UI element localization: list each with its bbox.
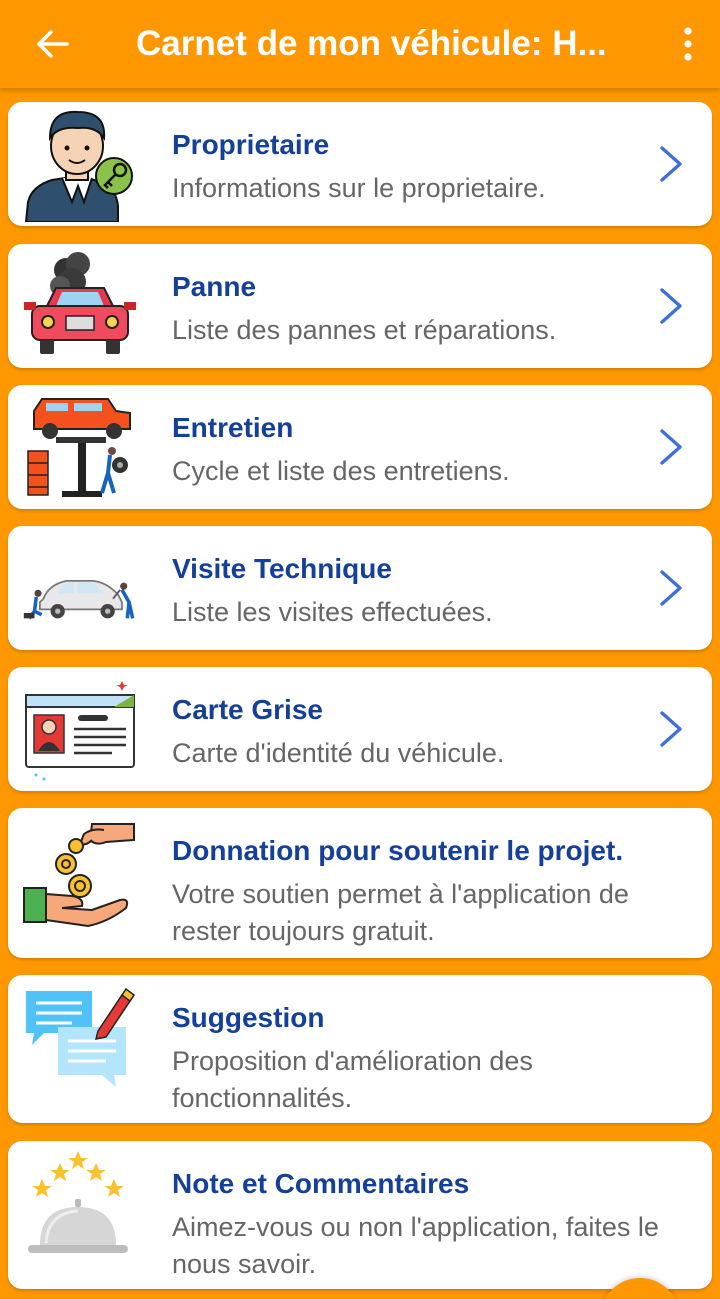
overflow-menu-button[interactable] <box>656 0 720 88</box>
menu-item-visite-technique[interactable]: Visite Technique Liste les visites effec… <box>8 526 712 650</box>
menu-item-note-commentaires[interactable]: Note et Commentaires Aimez-vous ou non l… <box>8 1141 712 1289</box>
item-subtitle: Votre soutien permet à l'application de … <box>172 879 629 946</box>
menu-item-panne[interactable]: Panne Liste des pannes et réparations. <box>8 244 712 368</box>
item-subtitle: Aimez-vous ou non l'application, faites … <box>172 1212 659 1279</box>
page-title: Carnet de mon véhicule: H... <box>136 24 607 63</box>
item-title: Donnation pour soutenir le projet. <box>172 835 624 866</box>
donation-icon <box>22 816 138 932</box>
chat-pencil-icon <box>22 981 138 1097</box>
item-subtitle: Cycle et liste des entretiens. <box>172 456 510 486</box>
more-vertical-icon <box>684 27 692 61</box>
menu-item-suggestion[interactable]: Suggestion Proposition d'amélioration de… <box>8 975 712 1123</box>
broken-car-icon <box>22 248 138 364</box>
item-subtitle: Carte d'identité du véhicule. <box>172 738 505 768</box>
item-title: Note et Commentaires <box>172 1168 470 1199</box>
chevron-right-icon <box>660 570 682 606</box>
item-title: Visite Technique <box>172 553 392 584</box>
item-subtitle: Proposition d'amélioration des fonctionn… <box>172 1046 533 1113</box>
menu-item-proprietaire[interactable]: Proprietaire Informations sur le proprie… <box>8 102 712 226</box>
menu-item-entretien[interactable]: Entretien Cycle et liste des entretiens. <box>8 385 712 509</box>
item-subtitle: Informations sur le proprietaire. <box>172 173 546 203</box>
owner-icon <box>22 106 138 222</box>
item-subtitle: Liste des pannes et réparations. <box>172 315 557 345</box>
app-bar: Carnet de mon véhicule: H... <box>0 0 720 88</box>
chevron-right-icon <box>660 711 682 747</box>
chevron-right-icon <box>660 429 682 465</box>
car-lift-icon <box>22 389 138 505</box>
item-title: Suggestion <box>172 1002 325 1033</box>
chevron-right-icon <box>660 146 682 182</box>
id-card-icon <box>22 671 138 787</box>
menu-item-donnation[interactable]: Donnation pour soutenir le projet. Votre… <box>8 808 712 958</box>
item-title: Proprietaire <box>172 129 330 160</box>
menu-item-carte-grise[interactable]: Carte Grise Carte d'identité du véhicule… <box>8 667 712 791</box>
item-subtitle: Liste les visites effectuées. <box>172 597 493 627</box>
item-title: Panne <box>172 271 257 302</box>
rating-bell-icon <box>22 1147 138 1263</box>
item-title: Carte Grise <box>172 694 323 725</box>
item-title: Entretien <box>172 412 294 443</box>
chevron-right-icon <box>660 288 682 324</box>
car-inspection-icon <box>22 530 138 646</box>
